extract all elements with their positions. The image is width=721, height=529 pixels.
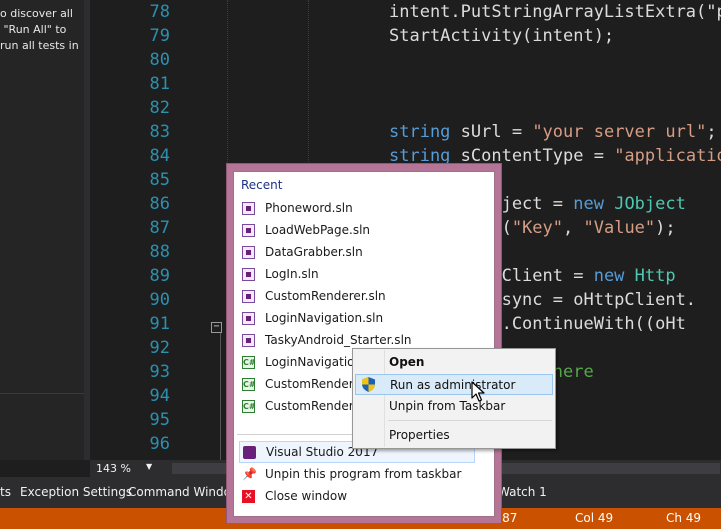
close-window-item[interactable]: ✕ Close window xyxy=(239,486,473,508)
code-token: JObject xyxy=(614,194,686,214)
code-token: new xyxy=(593,266,625,286)
sln-icon xyxy=(242,312,255,325)
line-number: 94 xyxy=(149,386,170,406)
line-number: 92 xyxy=(149,338,170,358)
menu-run-as-administrator[interactable]: Run as administrator xyxy=(355,374,553,395)
code-token: intent.PutStringArrayListExtra("p xyxy=(389,2,721,22)
uac-shield-icon xyxy=(362,377,375,392)
recent-item-label: DataGrabber.sln xyxy=(265,245,363,259)
line-number: 79 xyxy=(149,26,170,46)
line-number: 87 xyxy=(149,218,170,238)
recent-item-label: TaskyAndroid_Starter.sln xyxy=(265,333,412,347)
menu-open[interactable]: Open xyxy=(355,352,553,373)
csproj-icon: C# xyxy=(242,356,256,369)
menu-properties-label: Properties xyxy=(389,428,450,442)
code-token: "your server url" xyxy=(532,122,707,142)
line-number: 81 xyxy=(149,74,170,94)
sln-icon xyxy=(242,246,255,259)
code-token: Http xyxy=(634,266,676,286)
line-number: 93 xyxy=(149,362,170,382)
line-number: 89 xyxy=(149,266,170,286)
recent-item[interactable]: LoginNavigation.sln xyxy=(239,308,473,330)
tab-tests[interactable]: ts xyxy=(0,485,11,499)
sln-icon xyxy=(242,224,255,237)
line-number: 78 xyxy=(149,2,170,22)
status-ch: Ch 49 xyxy=(666,511,702,525)
tab-watch-1[interactable]: Watch 1 xyxy=(498,485,547,499)
recent-item-label: CustomRenderer.sln xyxy=(265,289,386,303)
code-line: intent.PutStringArrayListExtra("p xyxy=(389,0,721,24)
outline-guide xyxy=(220,330,221,460)
line-number: 80 xyxy=(149,50,170,70)
code-token: "applicatio xyxy=(614,146,721,166)
code-token: "Key" xyxy=(511,218,564,238)
code-token: new xyxy=(573,194,604,214)
menu-run-as-administrator-label: Run as administrator xyxy=(390,378,516,392)
test-explorer-panel: o discover all "Run All" to run all test… xyxy=(0,0,84,460)
close-icon: ✕ xyxy=(242,490,255,503)
line-number: 85 xyxy=(149,170,170,190)
visual-studio-icon xyxy=(243,446,256,459)
line-number: 91 xyxy=(149,314,170,334)
csproj-icon: C# xyxy=(242,400,256,413)
unpin-label: Unpin this program from taskbar xyxy=(265,467,462,481)
zoom-dropdown-icon[interactable]: ▼ xyxy=(146,462,152,471)
csproj-icon: C# xyxy=(242,378,256,391)
menu-unpin-from-taskbar[interactable]: Unpin from Taskbar xyxy=(355,396,553,417)
recent-item[interactable]: LoadWebPage.sln xyxy=(239,220,473,242)
line-number: 95 xyxy=(149,410,170,430)
recent-item[interactable]: Phoneword.sln xyxy=(239,198,473,220)
line-number: 83 xyxy=(149,122,170,142)
recent-item-label: LoadWebPage.sln xyxy=(265,223,371,237)
code-line: string sUrl = "your server url"; xyxy=(389,120,717,144)
menu-unpin-label: Unpin from Taskbar xyxy=(389,399,506,413)
line-number: 84 xyxy=(149,146,170,166)
code-line: StartActivity(intent); xyxy=(389,24,614,48)
menu-properties[interactable]: Properties xyxy=(355,425,553,446)
line-number: 96 xyxy=(149,434,170,454)
code-token: StartActivity(intent); xyxy=(389,26,615,46)
line-number: 88 xyxy=(149,242,170,262)
recent-item-label: Phoneword.sln xyxy=(265,201,353,215)
line-number: 82 xyxy=(149,98,170,118)
line-number: 86 xyxy=(149,194,170,214)
line-number: 90 xyxy=(149,290,170,310)
editor-margin xyxy=(90,0,120,460)
code-token: "Value" xyxy=(583,218,656,238)
tab-command-window[interactable]: Command Window xyxy=(128,485,241,499)
recent-item-label: LoginNavigation.sln xyxy=(265,311,384,325)
test-explorer-divider xyxy=(0,393,84,394)
code-token: string xyxy=(389,122,451,142)
tab-exception-settings[interactable]: Exception Settings xyxy=(20,485,132,499)
collapse-region-icon[interactable]: − xyxy=(211,322,222,333)
code-token: ); xyxy=(655,218,676,238)
code-token: sUrl = xyxy=(450,122,533,142)
sln-icon xyxy=(242,334,255,347)
sln-icon xyxy=(242,202,255,215)
status-col: Col 49 xyxy=(575,511,614,525)
sln-icon xyxy=(242,290,255,303)
code-token: , xyxy=(563,218,584,238)
recent-item[interactable]: CustomRenderer.sln xyxy=(239,286,473,308)
recent-item-label: CustomRenderer xyxy=(265,399,366,413)
close-label: Close window xyxy=(265,489,348,503)
test-explorer-hint: o discover all "Run All" to run all test… xyxy=(0,7,79,52)
recent-item[interactable]: DataGrabber.sln xyxy=(239,242,473,264)
code-token: ; xyxy=(706,122,717,142)
sln-icon xyxy=(242,268,255,281)
mouse-cursor-icon xyxy=(471,381,485,402)
unpin-icon: 📌 xyxy=(242,467,257,481)
recent-item-label: CustomRenderer xyxy=(265,377,366,391)
recent-item-label: LoginNavigation xyxy=(265,355,363,369)
unpin-program-item[interactable]: 📌 Unpin this program from taskbar xyxy=(239,464,473,486)
recent-item-label: LogIn.sln xyxy=(265,267,319,281)
recent-item[interactable]: LogIn.sln xyxy=(239,264,473,286)
menu-open-label: Open xyxy=(389,355,425,369)
recent-heading: Recent xyxy=(241,178,283,192)
context-menu-divider xyxy=(388,420,552,421)
